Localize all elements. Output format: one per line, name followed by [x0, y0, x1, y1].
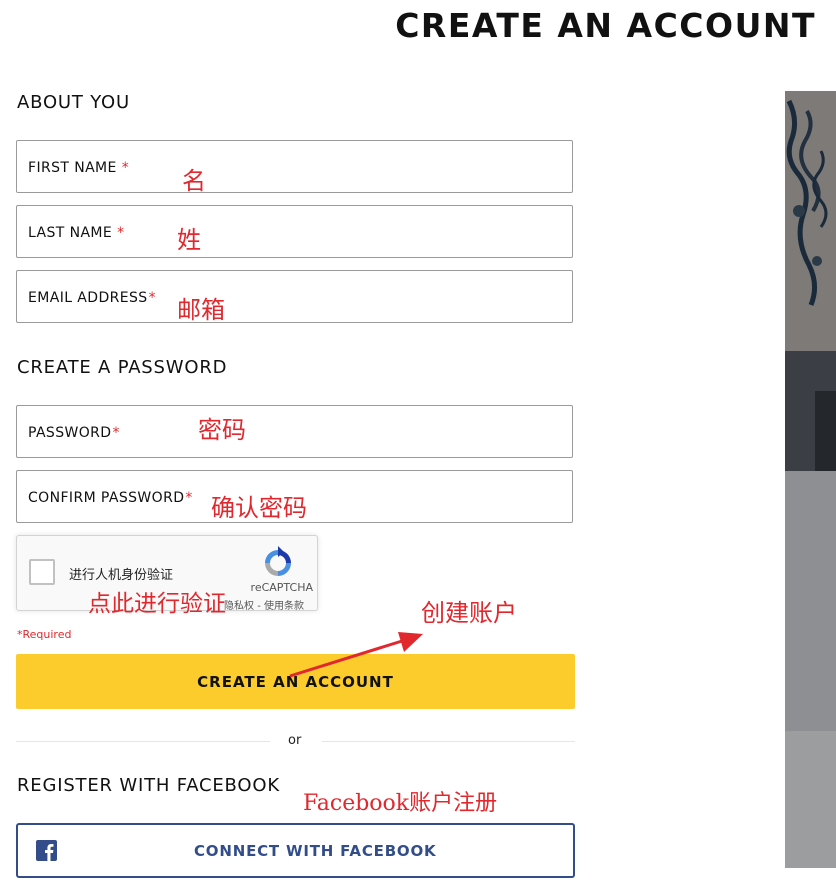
divider-line-left: [16, 741, 270, 742]
recaptcha-brand: reCAPTCHA: [250, 581, 313, 594]
email-label: EMAIL ADDRESS*: [28, 290, 156, 306]
recaptcha-checkbox[interactable]: [29, 559, 55, 585]
password-field[interactable]: PASSWORD*: [16, 405, 573, 458]
recaptcha-logo-icon: [265, 546, 291, 576]
recaptcha-terms-link[interactable]: 隐私权 - 使用条款: [224, 597, 304, 612]
divider-line-right: [322, 741, 575, 742]
last-name-annotation: 姓: [177, 226, 201, 254]
last-name-field[interactable]: LAST NAME *: [16, 205, 573, 258]
recaptcha-label: 进行人机身份验证: [69, 568, 174, 583]
confirm-password-annotation: 确认密码: [211, 494, 307, 522]
email-field[interactable]: EMAIL ADDRESS*: [16, 270, 573, 323]
confirm-password-label: CONFIRM PASSWORD*: [28, 490, 193, 506]
first-name-field[interactable]: FIRST NAME *: [16, 140, 573, 193]
first-name-annotation: 名: [182, 167, 206, 195]
facebook-icon: [36, 840, 57, 861]
connect-facebook-button[interactable]: CONNECT WITH FACEBOOK: [16, 823, 575, 878]
about-you-heading: ABOUT YOU: [17, 92, 130, 113]
required-note: *Required: [17, 628, 72, 641]
connect-facebook-label: CONNECT WITH FACEBOOK: [194, 842, 437, 860]
hero-photo: [785, 91, 836, 868]
divider-text: or: [288, 733, 302, 748]
create-account-button[interactable]: CREATE AN ACCOUNT: [16, 654, 575, 709]
first-name-label: FIRST NAME *: [28, 160, 130, 176]
create-account-annotation: 创建账户: [421, 599, 517, 627]
hero-photo-image: [785, 91, 836, 868]
email-annotation: 邮箱: [177, 296, 225, 324]
password-annotation: 密码: [198, 416, 246, 444]
last-name-label: LAST NAME *: [28, 225, 125, 241]
recaptcha-annotation: 点此进行验证: [88, 591, 226, 617]
facebook-heading: REGISTER WITH FACEBOOK: [17, 775, 280, 796]
password-heading: CREATE A PASSWORD: [17, 357, 228, 378]
password-label: PASSWORD*: [28, 425, 120, 441]
page-title: CREATE AN ACCOUNT: [395, 6, 816, 45]
facebook-annotation: Facebook账户注册: [303, 791, 498, 816]
